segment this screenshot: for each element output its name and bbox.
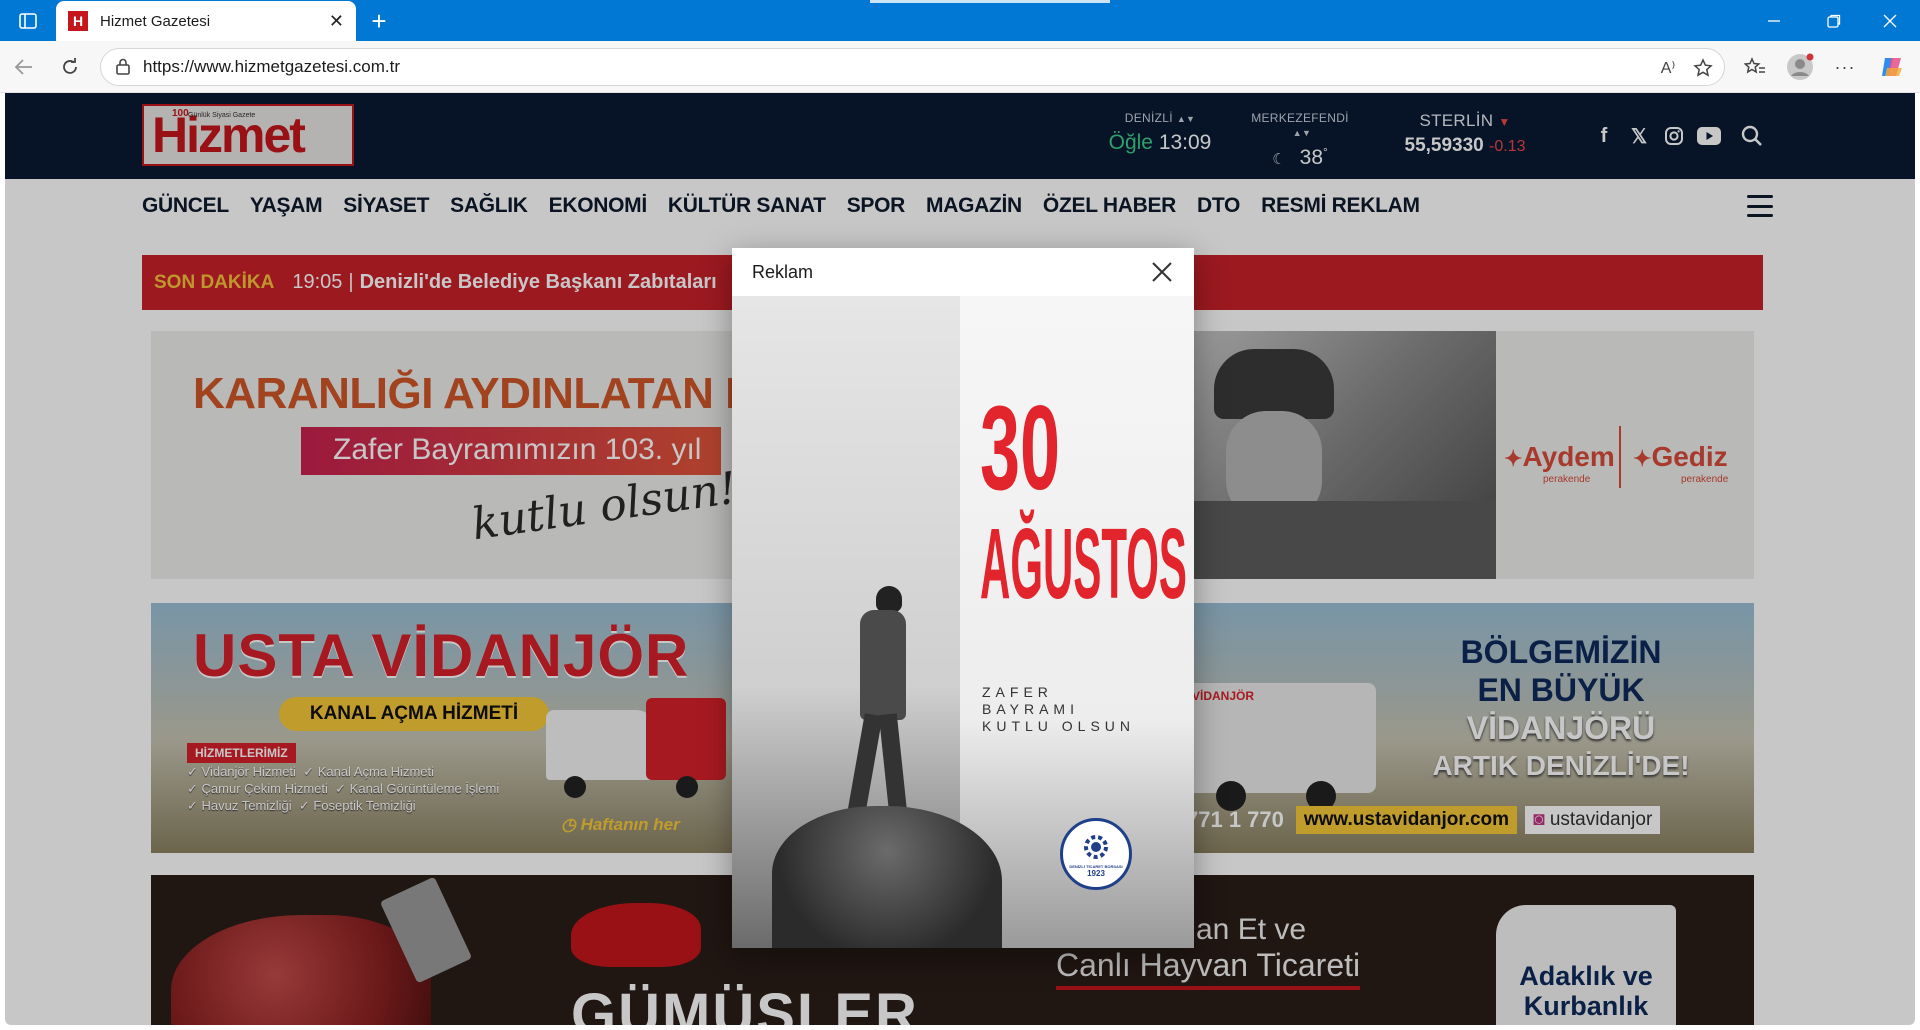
soldier-silhouette	[842, 586, 912, 816]
back-button[interactable]	[8, 51, 40, 83]
restore-button[interactable]	[1806, 0, 1862, 41]
avatar-icon	[1787, 53, 1814, 80]
reload-icon	[63, 58, 77, 74]
ticaret-borsasi-seal: DENİZLİ TİCARET BORSASI 1923	[1060, 818, 1132, 890]
close-icon	[1152, 262, 1172, 282]
minimize-button[interactable]	[1746, 0, 1802, 41]
copilot-button[interactable]	[1876, 51, 1908, 83]
url-text[interactable]: https://www.hizmetgazetesi.com.tr	[143, 57, 400, 77]
back-arrow-icon	[14, 59, 32, 75]
ad-caption-line: ZAFER	[982, 684, 1053, 700]
more-dots-icon: ···	[1834, 56, 1856, 77]
read-aloud-button[interactable]: A⁾	[1653, 53, 1683, 83]
restore-icon	[1827, 14, 1841, 28]
star-icon	[1693, 58, 1713, 77]
page-viewport: 100 Günlük Siyasi Gazete Hizmet DENİZLİ ▲…	[5, 93, 1915, 1025]
new-tab-button[interactable]: +	[364, 6, 394, 36]
gear-icon	[1084, 835, 1108, 859]
ad-image-30-agustos[interactable]: 30 AĞUSTOS ZAFER BAYRAMI KUTLU OLSUN DEN…	[732, 296, 1194, 948]
rock	[772, 806, 1002, 948]
copilot-icon	[1882, 58, 1902, 76]
tab-title: Hizmet Gazetesi	[100, 12, 211, 30]
address-bar[interactable]: https://www.hizmetgazetesi.com.tr A⁾	[100, 48, 1725, 86]
modal-close-button[interactable]	[1148, 258, 1176, 286]
close-icon	[1883, 14, 1897, 27]
seal-year: 1923	[1087, 869, 1105, 878]
profile-button[interactable]	[1784, 51, 1816, 83]
browser-toolbar: https://www.hizmetgazetesi.com.tr A⁾ ···	[0, 41, 1920, 93]
tab-actions-icon	[19, 12, 37, 29]
reload-button[interactable]	[54, 51, 86, 83]
modal-header: Reklam	[732, 248, 1194, 296]
favorites-button[interactable]	[1739, 51, 1771, 83]
tab-actions-button[interactable]	[0, 0, 56, 41]
ad-caption-line: BAYRAMI	[982, 701, 1079, 717]
ad-number: 30	[980, 381, 1061, 515]
ad-modal: Reklam 30 AĞUSTOS ZAFER BAYRAMI KUTLU OL…	[732, 248, 1194, 948]
browser-tab-active[interactable]: H Hizmet Gazetesi ✕	[56, 1, 356, 41]
ad-caption: ZAFER BAYRAMI KUTLU OLSUN	[982, 684, 1135, 735]
browser-titlebar: H Hizmet Gazetesi ✕ +	[0, 0, 1920, 41]
favorites-icon	[1744, 57, 1765, 74]
modal-title: Reklam	[752, 261, 814, 282]
read-aloud-icon: A⁾	[1660, 60, 1676, 77]
close-window-button[interactable]	[1862, 0, 1918, 41]
plus-icon: +	[371, 5, 387, 36]
title-drag-indicator	[870, 0, 1110, 3]
favicon: H	[68, 11, 88, 31]
ad-caption-line: KUTLU OLSUN	[982, 718, 1136, 734]
favorite-button[interactable]	[1688, 53, 1718, 83]
tab-close-icon[interactable]: ✕	[329, 11, 344, 32]
ad-month: AĞUSTOS	[980, 508, 1187, 620]
site-info-icon[interactable]	[115, 58, 131, 76]
minimize-icon	[1768, 19, 1780, 22]
settings-more-button[interactable]: ···	[1829, 51, 1861, 83]
